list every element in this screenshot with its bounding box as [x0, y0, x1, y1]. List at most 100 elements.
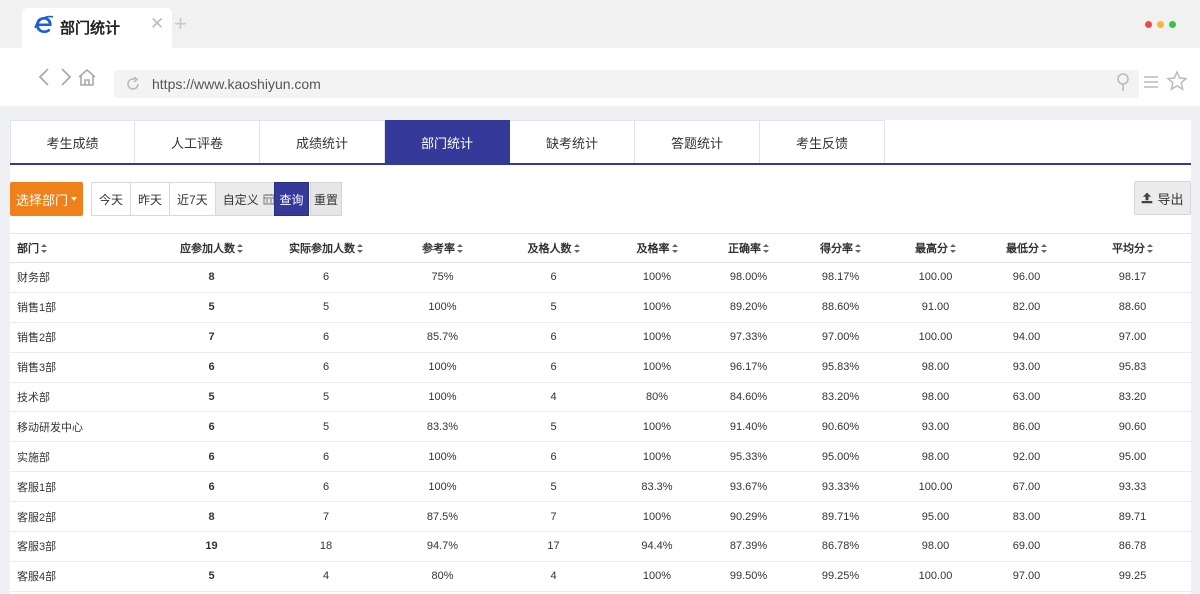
table-body: 财务部 8 6 75% 6 100% 98.00% 98.17% 100.00 96.00 98.1…	[10, 262, 1191, 592]
tab-absence-stats[interactable]: 缺考统计	[510, 120, 635, 163]
table-row: 销售3部 6 6 100% 6 100% 96.17% 95.83% 98.00 93.00 95.…	[10, 352, 1191, 383]
table-cell: 95.00	[892, 501, 979, 533]
range-7days-button[interactable]: 近7天	[170, 183, 216, 215]
table-cell: 6	[268, 352, 384, 383]
yellow-dot-icon[interactable]	[1157, 21, 1164, 28]
column-header[interactable]: 最高分	[892, 233, 979, 263]
table-cell: 销售2部	[10, 322, 155, 353]
table-cell: 95.00%	[789, 441, 892, 473]
table-row: 技术部 5 5 100% 4 80% 84.60% 83.20% 98.00 63.00 83.20	[10, 382, 1191, 413]
range-yesterday-button[interactable]: 昨天	[131, 183, 171, 215]
column-header[interactable]: 参考率	[384, 233, 501, 263]
table-cell: 5	[155, 292, 268, 323]
window-controls	[1145, 21, 1176, 28]
column-header-label: 应参加人数	[180, 243, 235, 255]
column-header[interactable]: 及格人数	[501, 233, 606, 263]
browser-tab-bar: 部门统计 ✕ +	[0, 0, 1200, 48]
column-header[interactable]: 应参加人数	[155, 233, 268, 263]
column-header[interactable]: 实际参加人数	[268, 233, 384, 263]
table-cell: 5	[268, 411, 384, 443]
table-cell: 6	[268, 322, 384, 353]
table-cell: 89.20%	[708, 292, 789, 323]
tab-exam-scores[interactable]: 考生成绩	[10, 120, 135, 163]
range-custom-label: 自定义	[222, 192, 259, 207]
new-tab-icon[interactable]: +	[174, 10, 187, 38]
tab-score-stats[interactable]: 成绩统计	[260, 120, 385, 163]
menu-icon[interactable]	[1142, 72, 1160, 92]
table-cell: 90.60	[1074, 411, 1191, 443]
range-custom-button[interactable]: 自定义	[215, 183, 282, 215]
table-cell: 4	[268, 561, 384, 592]
url-field[interactable]: https://www.kaoshiyun.com	[114, 70, 1139, 98]
reload-icon[interactable]	[124, 75, 142, 93]
query-button[interactable]: 查询	[274, 182, 309, 216]
browser-tab-title: 部门统计	[60, 20, 121, 37]
sort-icon[interactable]	[1041, 244, 1047, 253]
table-cell: 6	[268, 441, 384, 473]
select-department-button[interactable]: 选择部门	[10, 182, 83, 216]
table-cell: 95.83%	[789, 352, 892, 383]
select-department-label: 选择部门	[15, 192, 68, 208]
forward-icon[interactable]	[54, 66, 76, 88]
column-header[interactable]: 平均分	[1074, 233, 1191, 263]
green-dot-icon[interactable]	[1169, 21, 1176, 28]
column-header[interactable]: 正确率	[708, 233, 789, 263]
table-cell: 91.40%	[708, 411, 789, 443]
column-header-label: 及格人数	[527, 243, 572, 255]
table-cell: 95.00	[1074, 441, 1191, 473]
sort-icon[interactable]	[457, 244, 463, 253]
export-button[interactable]: 导出	[1134, 181, 1191, 215]
table-cell: 客服4部	[10, 561, 155, 592]
table-cell: 5	[268, 292, 384, 323]
back-icon[interactable]	[34, 66, 56, 88]
table-cell: 6	[501, 262, 606, 293]
table-cell: 83.20%	[789, 382, 892, 413]
table-cell: 80%	[606, 382, 708, 413]
url-text: https://www.kaoshiyun.com	[152, 76, 321, 92]
location-icon[interactable]	[1114, 72, 1132, 92]
tab-manual-grading[interactable]: 人工评卷	[135, 120, 260, 163]
sort-icon[interactable]	[237, 244, 243, 253]
table-cell: 6	[155, 471, 268, 503]
tab-department-stats[interactable]: 部门统计	[385, 120, 510, 163]
tab-feedback[interactable]: 考生反馈	[760, 120, 885, 163]
home-icon[interactable]	[76, 66, 98, 88]
column-header[interactable]: 最低分	[979, 233, 1074, 263]
sort-icon[interactable]	[671, 244, 678, 253]
table-cell: 6	[501, 441, 606, 473]
reset-button[interactable]: 重置	[310, 182, 342, 216]
table-cell: 98.17	[1074, 262, 1191, 293]
table-cell: 100.00	[892, 322, 979, 353]
table-cell: 82.00	[979, 292, 1074, 323]
table-cell: 客服1部	[10, 471, 155, 503]
table-cell: 93.00	[892, 411, 979, 443]
column-header[interactable]: 得分率	[789, 233, 892, 263]
sort-icon[interactable]	[357, 244, 363, 253]
table-cell: 98.00	[892, 441, 979, 473]
export-label: 导出	[1157, 191, 1184, 207]
table-cell: 89.71	[1074, 501, 1191, 533]
sort-icon[interactable]	[1147, 244, 1153, 253]
range-today-button[interactable]: 今天	[92, 183, 132, 215]
close-icon[interactable]: ✕	[150, 14, 164, 34]
table-cell: 98.00	[892, 531, 979, 562]
sort-icon[interactable]	[855, 244, 861, 253]
column-header[interactable]: 及格率	[606, 233, 708, 263]
filter-toolbar: 选择部门 今天 昨天 近7天 自定义 查询 重置 导出	[10, 181, 1191, 217]
browser-tab[interactable]: 部门统计 ✕	[22, 8, 172, 48]
sort-icon[interactable]	[950, 244, 956, 253]
sort-icon[interactable]	[763, 244, 769, 253]
table-cell: 100%	[606, 411, 708, 443]
sort-icon[interactable]	[573, 244, 580, 253]
sort-icon[interactable]	[41, 244, 47, 253]
table-cell: 7	[501, 501, 606, 533]
column-header[interactable]: 部门	[10, 233, 155, 263]
table-cell: 6	[155, 441, 268, 473]
table-cell: 100%	[606, 352, 708, 383]
table-cell: 8	[155, 262, 268, 293]
star-icon[interactable]	[1166, 70, 1188, 92]
tab-answer-stats[interactable]: 答题统计	[635, 120, 760, 163]
table-cell: 86.78	[1074, 531, 1191, 562]
column-header-label: 参考率	[422, 243, 455, 255]
red-dot-icon[interactable]	[1145, 21, 1152, 28]
